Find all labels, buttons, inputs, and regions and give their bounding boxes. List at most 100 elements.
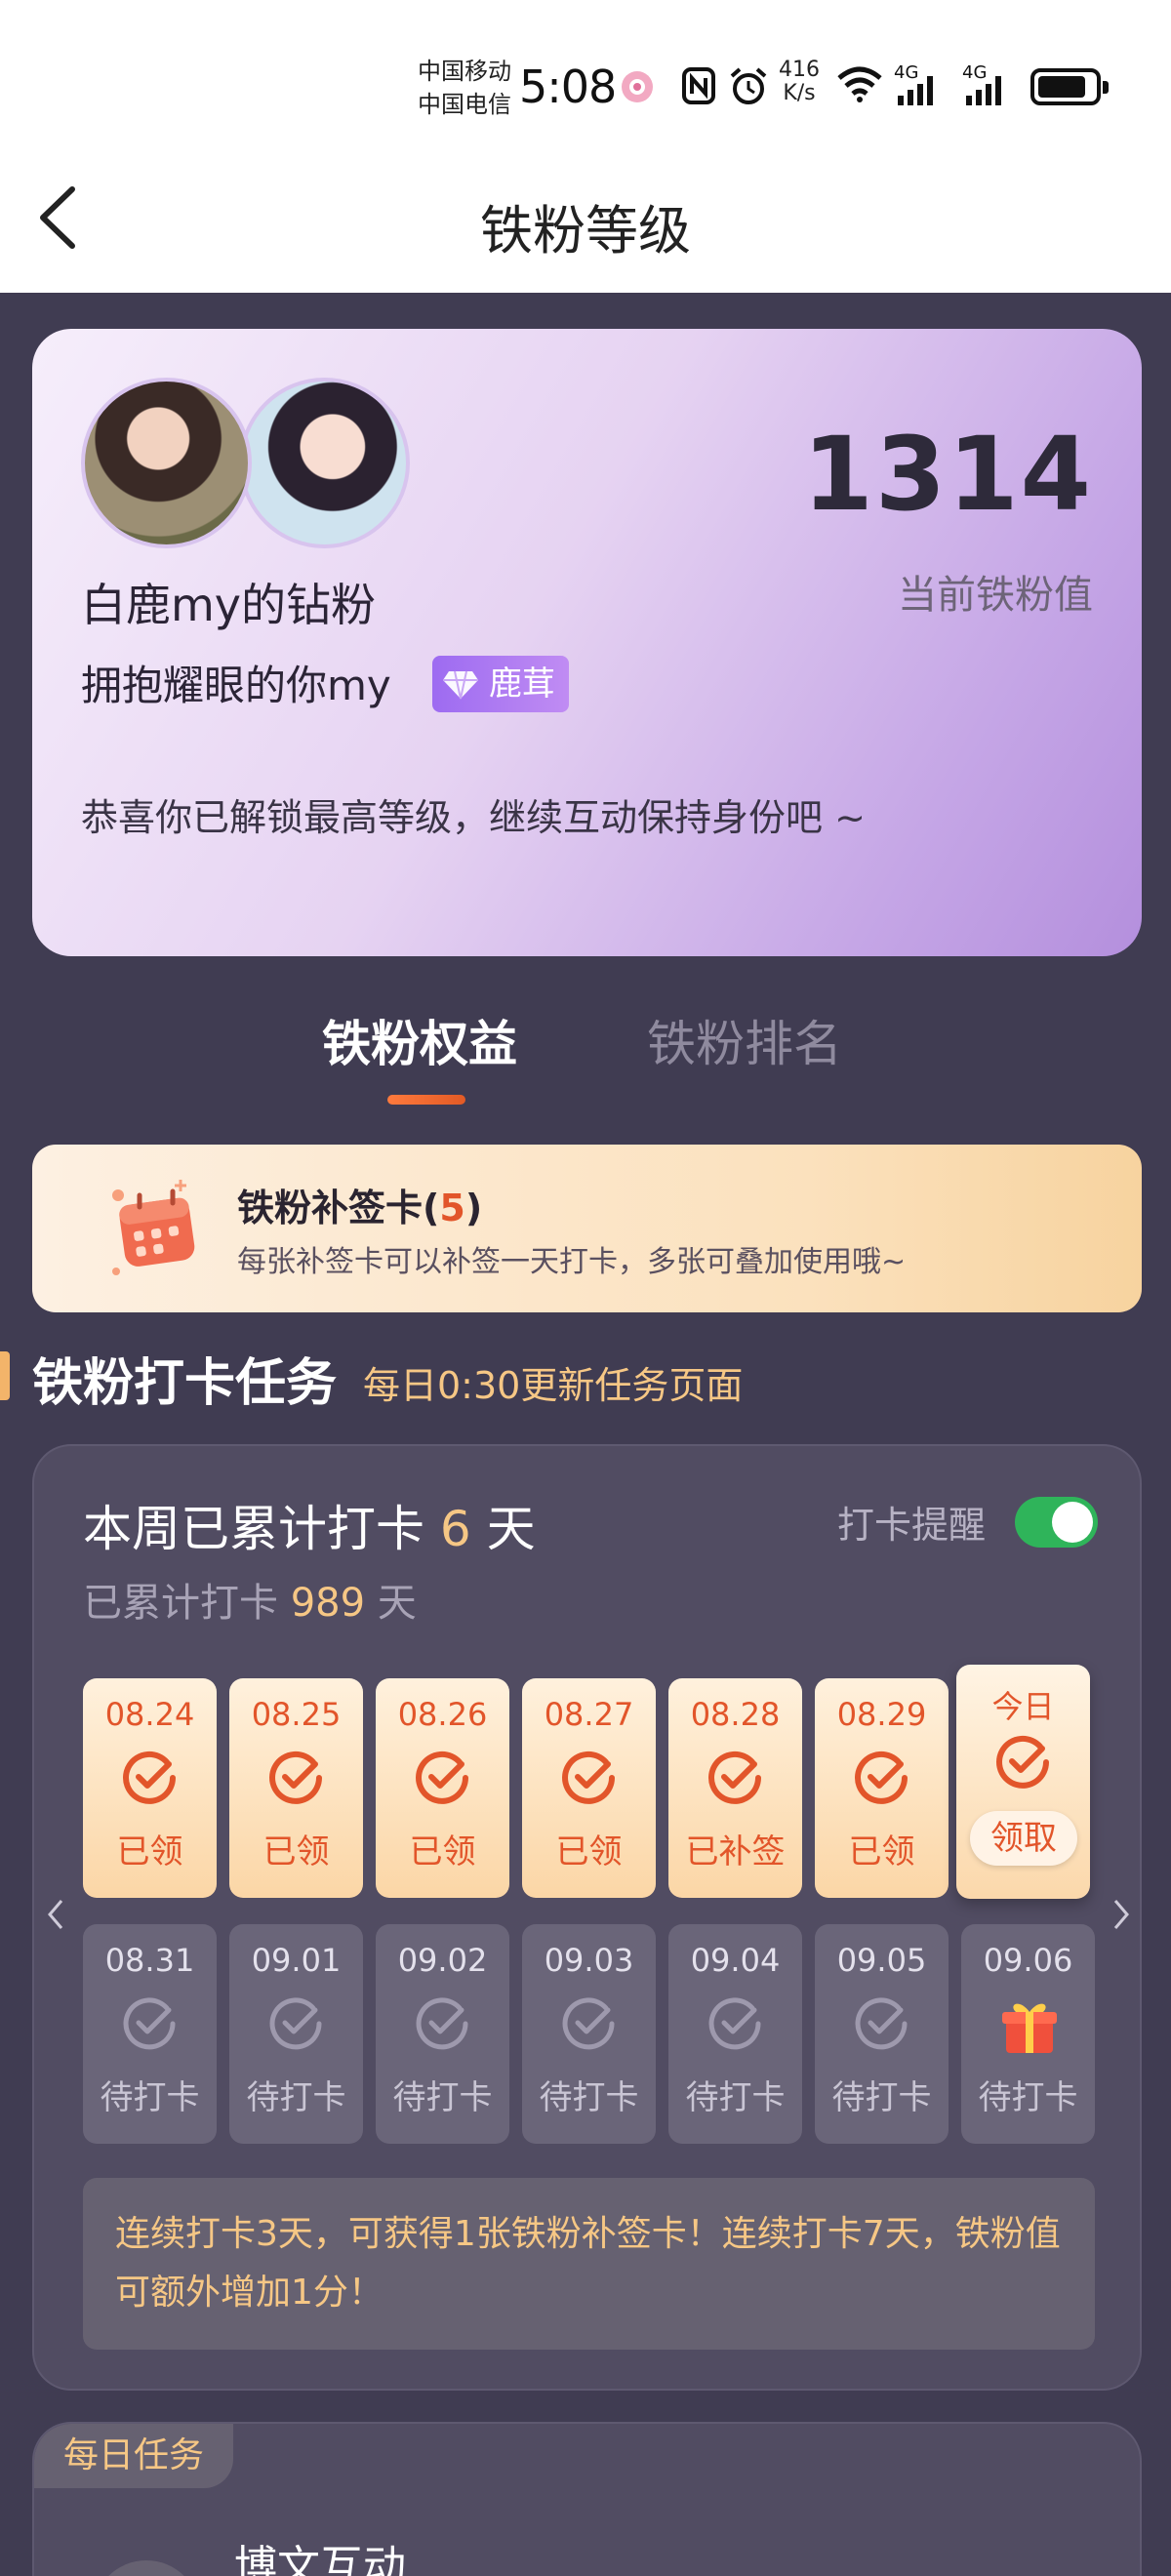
total-checkin-summary: 已累计打卡 989 天 xyxy=(83,1571,417,1628)
signal-icon-2 xyxy=(966,76,1001,105)
day-date: 08.26 xyxy=(397,1696,488,1733)
day-status: 待打卡 xyxy=(685,2078,786,2117)
week-count: 6 xyxy=(439,1501,471,1557)
makeup-card-count: 5 xyxy=(439,1187,465,1229)
makeup-card-banner[interactable]: 铁粉补签卡(5) 每张补签卡可以补签一天打卡，多张可叠加使用哦~ xyxy=(32,1145,1142,1312)
total-prefix: 已累计打卡 xyxy=(83,1581,278,1626)
check-circle-icon xyxy=(708,1751,761,1804)
checkin-day-0828[interactable]: 08.28 已补签 xyxy=(668,1678,802,1898)
alarm-icon xyxy=(730,67,767,104)
app-notification-icon xyxy=(622,71,653,102)
profile-card: 白鹿my的钻粉 拥抱耀眼的你my 鹿茸 1314 当前铁粉值 恭喜你已解锁最高等… xyxy=(32,329,1142,956)
calendar-icon xyxy=(112,1180,195,1275)
day-status: 待打卡 xyxy=(392,2078,493,2117)
checkin-day-0829[interactable]: 08.29 已领 xyxy=(815,1678,949,1898)
week-suffix: 天 xyxy=(486,1501,536,1557)
network-speed: 416 K/s xyxy=(779,59,820,105)
page-title: 铁粉等级 xyxy=(480,200,691,262)
task-title: 博文互动 xyxy=(234,2542,406,2576)
day-date: 08.27 xyxy=(544,1696,634,1733)
section-marker xyxy=(0,1351,10,1400)
week-prefix: 本周已累计打卡 xyxy=(83,1501,424,1557)
day-status: 待打卡 xyxy=(831,2078,932,2117)
day-date: 09.06 xyxy=(983,1942,1073,1979)
day-status: 已补签 xyxy=(685,1832,786,1872)
check-circle-icon xyxy=(855,1751,908,1804)
daily-tasks-card: 每日任务 博文互动 xyxy=(32,2422,1142,2576)
congrats-message: 恭喜你已解锁最高等级，继续互动保持身份吧 ~ xyxy=(81,796,866,839)
day-date: 09.02 xyxy=(397,1942,488,1979)
day-status: 已领 xyxy=(262,1832,330,1872)
remind-toggle[interactable] xyxy=(1015,1497,1098,1548)
makeup-title-text: 铁粉补签卡( xyxy=(237,1187,440,1229)
day-date: 今日 xyxy=(991,1688,1055,1725)
checkin-day-0904[interactable]: 09.04 待打卡 xyxy=(668,1924,802,2144)
checkin-day-0826[interactable]: 08.26 已领 xyxy=(376,1678,509,1898)
checkin-section-title: 铁粉打卡任务 xyxy=(32,1354,338,1413)
check-circle-icon xyxy=(269,1751,322,1804)
total-count: 989 xyxy=(290,1581,366,1626)
user-avatar[interactable] xyxy=(81,378,252,548)
check-circle-icon xyxy=(708,1997,761,2050)
checkin-day-0824[interactable]: 08.24 已领 xyxy=(83,1678,217,1898)
signal-icon-1 xyxy=(898,76,933,105)
day-date: 09.03 xyxy=(544,1942,634,1979)
badge-label: 鹿茸 xyxy=(489,664,555,704)
checkin-day-0905[interactable]: 09.05 待打卡 xyxy=(815,1924,949,2144)
header: 铁粉等级 xyxy=(0,156,1171,283)
day-date: 08.24 xyxy=(104,1696,195,1733)
battery-icon xyxy=(1030,68,1109,105)
week-checkin-summary: 本周已累计打卡 6 天 xyxy=(83,1490,536,1560)
day-status: 待打卡 xyxy=(100,2078,200,2117)
fan-value: 1314 xyxy=(802,415,1093,534)
check-circle-icon xyxy=(562,1751,615,1804)
checkin-day-today[interactable]: 今日 领取 xyxy=(956,1665,1090,1899)
day-status: 待打卡 xyxy=(978,2078,1078,2117)
speed-unit: K/s xyxy=(783,81,816,105)
claim-button[interactable]: 领取 xyxy=(970,1811,1077,1866)
next-week-arrow[interactable] xyxy=(1110,1895,1133,1934)
checkin-day-0901[interactable]: 09.01 待打卡 xyxy=(229,1924,363,2144)
active-tab-indicator xyxy=(387,1095,465,1105)
nfc-icon xyxy=(682,67,715,104)
status-bar: 中国移动 中国电信 5:08 416 K/s 4G 4G xyxy=(0,39,1171,132)
check-circle-icon xyxy=(123,1751,176,1804)
day-date: 08.25 xyxy=(251,1696,342,1733)
prev-week-arrow[interactable] xyxy=(44,1895,67,1934)
wifi-icon xyxy=(837,66,882,102)
carrier-2: 中国电信 xyxy=(418,91,511,118)
check-circle-icon xyxy=(123,1997,176,2050)
tab-fan-benefits[interactable]: 铁粉权益 xyxy=(322,1005,517,1075)
checkin-day-0902[interactable]: 09.02 待打卡 xyxy=(376,1924,509,2144)
check-circle-icon xyxy=(269,1997,322,2050)
makeup-title-end: ) xyxy=(464,1187,483,1229)
checkin-day-0831[interactable]: 08.31 待打卡 xyxy=(83,1924,217,2144)
day-date: 08.29 xyxy=(836,1696,927,1733)
carriers: 中国移动 中国电信 xyxy=(418,55,511,121)
idol-avatar[interactable] xyxy=(239,378,410,548)
fan-level-badge: 鹿茸 xyxy=(432,656,569,712)
day-date: 09.01 xyxy=(251,1942,342,1979)
checkin-day-0827[interactable]: 08.27 已领 xyxy=(522,1678,656,1898)
makeup-card-title: 铁粉补签卡(5) xyxy=(237,1178,482,1231)
check-circle-icon xyxy=(416,1997,468,2050)
day-status: 已领 xyxy=(848,1832,915,1872)
day-status: 已领 xyxy=(555,1832,623,1872)
checkin-day-0906[interactable]: 09.06 待打卡 xyxy=(961,1924,1095,2144)
gift-icon xyxy=(1002,2003,1057,2053)
checkin-day-0825[interactable]: 08.25 已领 xyxy=(229,1678,363,1898)
checkin-day-0903[interactable]: 09.03 待打卡 xyxy=(522,1924,656,2144)
tab-fan-ranking[interactable]: 铁粉排名 xyxy=(647,1005,842,1075)
checkin-section-subtitle: 每日0:30更新任务页面 xyxy=(363,1364,744,1407)
day-date: 08.28 xyxy=(690,1696,781,1733)
daily-tasks-label: 每日任务 xyxy=(34,2424,234,2488)
checkin-card: 本周已累计打卡 6 天 已累计打卡 989 天 打卡提醒 08.24 已领 08… xyxy=(32,1444,1142,2391)
diamond-icon xyxy=(443,670,478,700)
day-date: 09.05 xyxy=(836,1942,927,1979)
check-circle-icon xyxy=(855,1997,908,2050)
speed-value: 416 xyxy=(779,58,820,82)
day-status: 已领 xyxy=(116,1832,183,1872)
user-nickname: 拥抱耀眼的你my xyxy=(81,662,391,709)
checkin-tip-box: 连续打卡3天，可获得1张铁粉补签卡！连续打卡7天，铁粉值可额外增加1分！ xyxy=(83,2178,1095,2350)
makeup-card-desc: 每张补签卡可以补签一天打卡，多张可叠加使用哦~ xyxy=(237,1245,907,1279)
